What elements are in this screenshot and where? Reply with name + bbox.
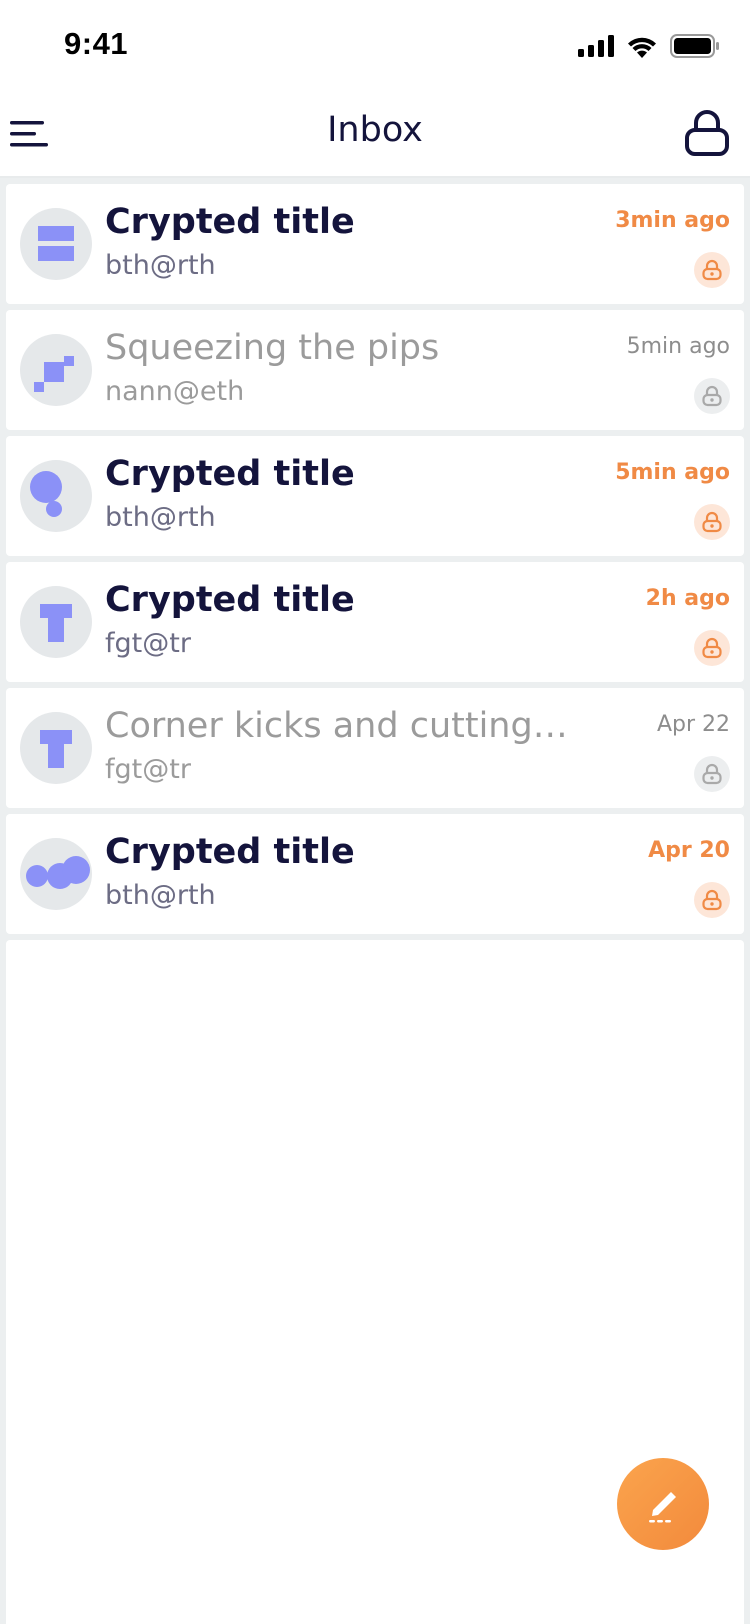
signal-icon (578, 35, 614, 57)
message-time: 2h ago (645, 586, 730, 611)
compose-button[interactable] (617, 1458, 709, 1550)
message-row[interactable]: Crypted title fgt@tr 2h ago (6, 562, 744, 682)
message-row[interactable]: Corner kicks and cutting corners fgt@tr … (6, 688, 744, 808)
message-sender: bth@rth (105, 502, 216, 533)
message-time: 5min ago (615, 460, 730, 485)
nav-bar: Inbox (0, 92, 750, 178)
avatar-squares (20, 334, 92, 406)
lock-icon (685, 110, 729, 156)
avatar-bars (20, 208, 92, 280)
encrypted-lock-icon (694, 630, 730, 666)
status-time: 9:41 (64, 26, 129, 61)
wifi-icon (628, 37, 656, 58)
message-row[interactable]: Squeezing the pips nann@eth 5min ago (6, 310, 744, 430)
message-title: Crypted title (105, 454, 355, 494)
avatar-t (20, 712, 92, 784)
message-sender: fgt@tr (105, 754, 191, 785)
encrypted-lock-icon (694, 504, 730, 540)
message-list: Crypted title bth@rth 3min ago Squeezing… (0, 178, 750, 1624)
message-row[interactable]: Crypted title bth@rth Apr 20 (6, 814, 744, 934)
message-time: Apr 22 (656, 712, 730, 737)
encrypted-lock-icon (694, 882, 730, 918)
message-title: Squeezing the pips (105, 328, 440, 368)
avatar-dots (20, 838, 92, 910)
message-sender: fgt@tr (105, 628, 191, 659)
status-bar: 9:41 (0, 0, 750, 92)
encrypted-lock-icon (694, 252, 730, 288)
encrypted-lock-icon (694, 378, 730, 414)
message-time: 5min ago (626, 334, 730, 359)
message-sender: bth@rth (105, 880, 216, 911)
message-title: Crypted title (105, 580, 355, 620)
avatar-circles (20, 460, 92, 532)
message-row[interactable]: Crypted title bth@rth 3min ago (6, 184, 744, 304)
message-sender: bth@rth (105, 250, 216, 281)
encrypted-lock-icon (694, 756, 730, 792)
message-title: Crypted title (105, 832, 355, 872)
message-sender: nann@eth (105, 376, 245, 407)
message-row[interactable]: Crypted title bth@rth 5min ago (6, 436, 744, 556)
avatar-t (20, 586, 92, 658)
message-title: Corner kicks and cutting corners (105, 706, 574, 746)
battery-icon (670, 34, 719, 58)
lock-button[interactable] (684, 108, 730, 158)
page-title: Inbox (327, 110, 423, 150)
message-time: Apr 20 (648, 838, 730, 863)
compose-pencil-icon (649, 1492, 676, 1523)
status-icons (578, 34, 720, 58)
message-time: 3min ago (615, 208, 730, 233)
message-title: Crypted title (105, 202, 355, 242)
